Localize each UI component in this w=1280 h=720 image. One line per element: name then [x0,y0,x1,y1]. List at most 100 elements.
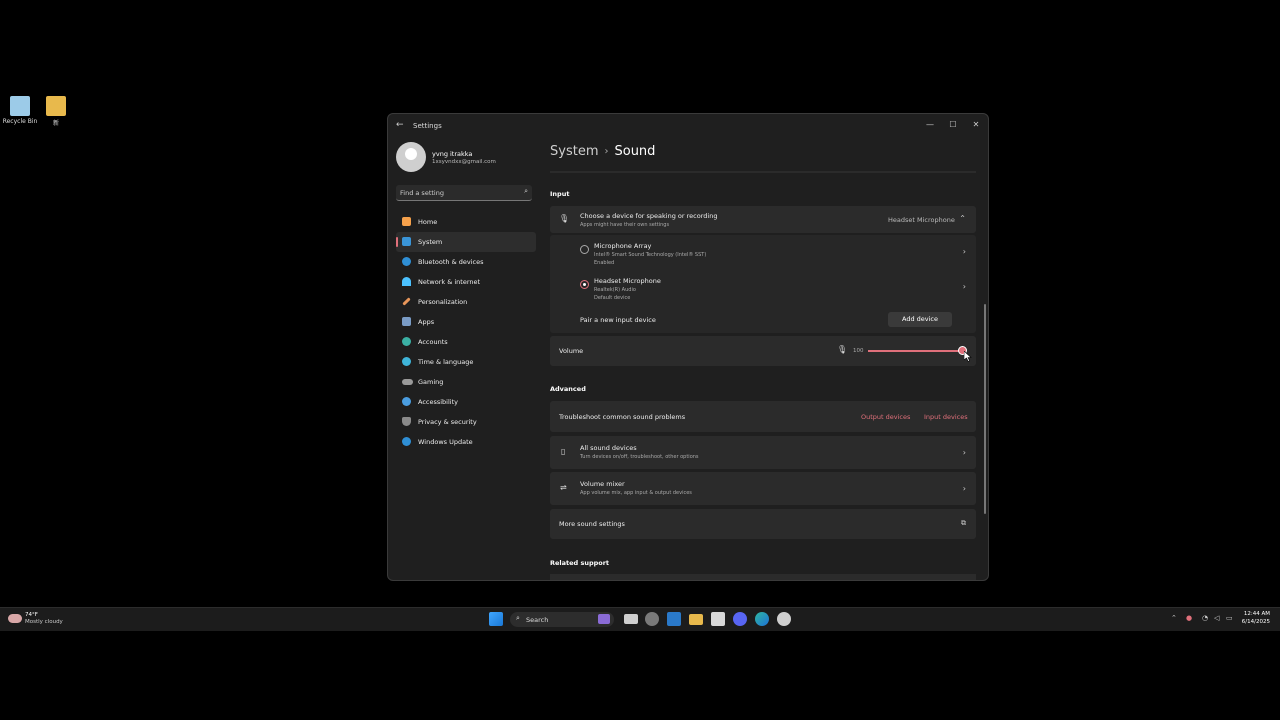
sidebar-item-label: Time & language [418,358,474,366]
volume-mixer-subtitle: App volume mix, app input & output devic… [580,490,692,496]
desktop-icon-recycle-bin[interactable]: Recycle Bin [0,96,40,125]
volume-icon[interactable]: ◁ [1214,614,1219,622]
folder-icon [46,96,66,116]
all-sound-devices-subtitle: Turn devices on/off, troubleshoot, other… [580,454,699,460]
device-radio-selected[interactable] [580,280,589,289]
device-row-microphone-array[interactable]: Microphone Array Intel® Smart Sound Tech… [550,235,976,269]
sidebar-item-home[interactable]: Home [396,212,536,232]
taskbar-search[interactable]: ⌕ [510,612,614,627]
volume-slider-fill [868,350,962,352]
start-button[interactable] [489,612,503,626]
sidebar-item-label: Windows Update [418,438,473,446]
volume-mixer-card[interactable]: ⇌ Volume mixer App volume mix, app input… [550,472,976,505]
chevron-right-icon[interactable]: › [963,448,966,457]
input-devices-link[interactable]: Input devices [924,413,968,421]
mouse-cursor-icon [964,351,972,362]
chevron-right-icon[interactable]: › [963,282,966,291]
sidebar-item-label: Privacy & security [418,418,477,426]
title-bar: ← Settings — ☐ ✕ [388,114,988,138]
microphone-icon[interactable]: 🎙 [837,345,847,354]
edge-browser-icon[interactable] [755,612,769,626]
sidebar-item-personalization[interactable]: Personalization [396,292,536,312]
discord-icon[interactable] [733,612,747,626]
sidebar-item-bluetooth[interactable]: Bluetooth & devices [396,252,536,272]
update-icon [402,437,411,446]
choose-device-subtitle: Apps might have their own settings [580,222,670,228]
weather-description: Mostly cloudy [25,619,63,625]
pair-input-device-row: Pair a new input device Add device [550,307,976,333]
sidebar-item-system[interactable]: System [396,232,536,252]
selected-device-value: Headset Microphone [888,216,955,224]
sidebar-item-time-language[interactable]: Time & language [396,352,536,372]
chevron-right-icon: › [604,146,609,157]
output-devices-link[interactable]: Output devices [861,413,910,421]
sidebar-item-label: Bluetooth & devices [418,258,484,266]
globe-icon [402,357,411,366]
more-sound-settings-card[interactable]: More sound settings ⧉ [550,509,976,539]
search-input[interactable] [400,185,518,200]
sidebar-item-label: System [418,238,443,246]
chevron-up-icon[interactable]: ⌃ [959,214,966,223]
desktop-icon-label: Recycle Bin [2,118,38,125]
close-button[interactable]: ✕ [966,118,986,132]
chevron-up-icon[interactable]: ⌃ [1171,614,1177,622]
device-radio[interactable] [580,245,589,254]
pair-device-label: Pair a new input device [580,316,656,324]
sidebar-item-label: Apps [418,318,435,326]
notepad-icon[interactable] [711,612,725,626]
chrome-icon[interactable] [777,612,791,626]
network-icon [402,277,411,286]
external-link-icon[interactable]: ⧉ [961,519,966,528]
gaming-icon [402,379,413,385]
minimize-button[interactable]: — [920,118,940,132]
sidebar-item-label: Network & internet [418,278,481,286]
sidebar-item-apps[interactable]: Apps [396,312,536,332]
settings-app-icon[interactable] [645,612,659,626]
weather-widget[interactable] [8,611,24,627]
sidebar-item-privacy[interactable]: Privacy & security [396,412,536,432]
troubleshoot-label: Troubleshoot common sound problems [559,413,686,421]
sidebar-item-accessibility[interactable]: Accessibility [396,392,536,412]
sidebar-item-network[interactable]: Network & internet [396,272,536,292]
search-icon: ⌕ [516,614,520,622]
device-row-headset-microphone[interactable]: Headset Microphone Realtek(R) Audio Defa… [550,271,976,305]
maximize-button[interactable]: ☐ [943,118,963,132]
file-explorer-icon[interactable] [689,614,703,625]
window-title: Settings [413,122,442,130]
clock-time[interactable]: 12:44 AM [1244,611,1270,617]
clock-date[interactable]: 6/14/2025 [1242,619,1270,625]
sidebar-item-label: Gaming [418,378,444,386]
advanced-section-heading: Advanced [550,385,586,393]
scrollbar[interactable] [984,304,986,514]
bluetooth-icon [402,257,411,266]
wifi-icon[interactable]: ◔ [1202,614,1208,622]
desktop-icon-label: 新 [52,120,59,127]
input-section-heading: Input [550,190,570,198]
chevron-right-icon[interactable]: › [963,484,966,493]
choose-input-device-card[interactable]: 🎙 Choose a device for speaking or record… [550,206,976,233]
sidebar-item-windows-update[interactable]: Windows Update [396,432,536,452]
desktop-icon-folder[interactable]: 新 [36,96,76,127]
sidebar-item-accounts[interactable]: Accounts [396,332,536,352]
troubleshoot-card: Troubleshoot common sound problems Outpu… [550,401,976,432]
all-sound-devices-card[interactable]: ▯ All sound devices Turn devices on/off,… [550,436,976,469]
device-driver: Intel® Smart Sound Technology (Intel® SS… [594,252,707,258]
microphone-in-use-icon[interactable]: ● [1186,614,1192,622]
sidebar-item-gaming[interactable]: Gaming [396,372,536,392]
task-view-icon[interactable] [624,614,638,624]
taskbar-search-input[interactable] [526,612,586,627]
choose-device-title: Choose a device for speaking or recordin… [580,212,718,220]
back-arrow-icon[interactable]: ← [396,120,404,130]
search-icon[interactable]: ⌕ [524,187,528,196]
search-highlight-icon [598,614,610,624]
volume-value: 100 [853,348,864,354]
add-device-button[interactable]: Add device [888,312,952,327]
store-app-icon[interactable] [667,612,681,626]
battery-icon[interactable]: ▭ [1226,614,1233,622]
apps-icon [402,317,411,326]
chevron-right-icon[interactable]: › [963,247,966,256]
breadcrumb-parent[interactable]: System [550,144,598,159]
settings-search[interactable]: ⌕ [396,185,532,201]
avatar[interactable] [396,142,426,172]
device-status: Enabled [594,260,615,266]
